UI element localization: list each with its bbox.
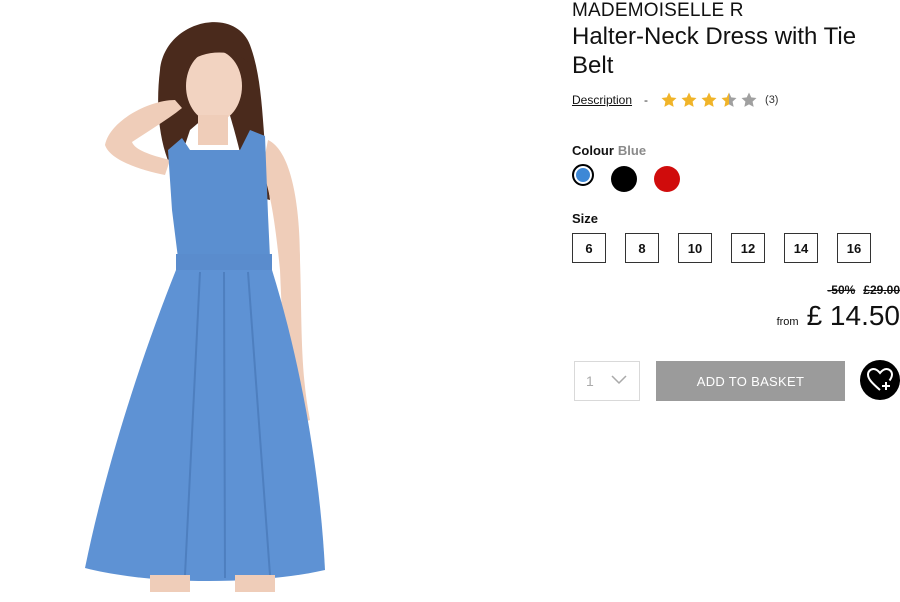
- size-option-16[interactable]: 16: [837, 233, 871, 263]
- old-price: £29.00: [863, 283, 900, 297]
- product-photo: [0, 0, 510, 592]
- old-price-row: -50% £29.00: [827, 283, 900, 297]
- size-options: 6 8 10 12 14 16: [572, 233, 871, 263]
- review-row: Description - (3): [572, 90, 778, 110]
- review-count[interactable]: (3): [765, 94, 778, 106]
- star-full-icon: [681, 92, 697, 107]
- colour-label: Colour Blue: [572, 143, 646, 158]
- add-to-basket-button[interactable]: ADD TO BASKET: [656, 361, 845, 401]
- quantity-value: 1: [586, 373, 594, 389]
- description-link[interactable]: Description: [572, 93, 632, 107]
- size-option-8[interactable]: 8: [625, 233, 659, 263]
- selected-colour: Blue: [617, 143, 647, 158]
- current-price: £ 14.50: [806, 300, 900, 331]
- wishlist-button[interactable]: [860, 360, 900, 400]
- discount-badge: -50%: [827, 283, 856, 297]
- quantity-select[interactable]: 1: [574, 361, 640, 401]
- size-option-10[interactable]: 10: [678, 233, 712, 263]
- brand-name[interactable]: MADEMOISELLE R: [572, 0, 744, 22]
- size-label: Size: [572, 211, 599, 226]
- star-full-icon: [701, 92, 717, 107]
- price-row: from £ 14.50: [777, 300, 900, 332]
- from-label: from: [776, 316, 799, 328]
- red-swatch[interactable]: [654, 166, 680, 192]
- colour-heading: Colour: [572, 143, 614, 158]
- size-option-14[interactable]: 14: [784, 233, 818, 263]
- heart-plus-icon: [866, 367, 894, 391]
- star-full-icon: [661, 92, 677, 107]
- separator: -: [644, 93, 649, 107]
- blue-swatch[interactable]: [572, 164, 594, 186]
- product-image[interactable]: [0, 0, 510, 592]
- size-option-6[interactable]: 6: [572, 233, 606, 263]
- size-option-12[interactable]: 12: [731, 233, 765, 263]
- chevron-down-icon: [611, 375, 627, 385]
- product-title: Halter-Neck Dress with Tie Belt: [572, 23, 857, 79]
- star-empty-icon: [741, 92, 757, 107]
- black-swatch[interactable]: [611, 166, 637, 192]
- rating-stars[interactable]: [660, 91, 760, 109]
- colour-swatches: [572, 164, 697, 192]
- star-half-icon: [721, 92, 737, 107]
